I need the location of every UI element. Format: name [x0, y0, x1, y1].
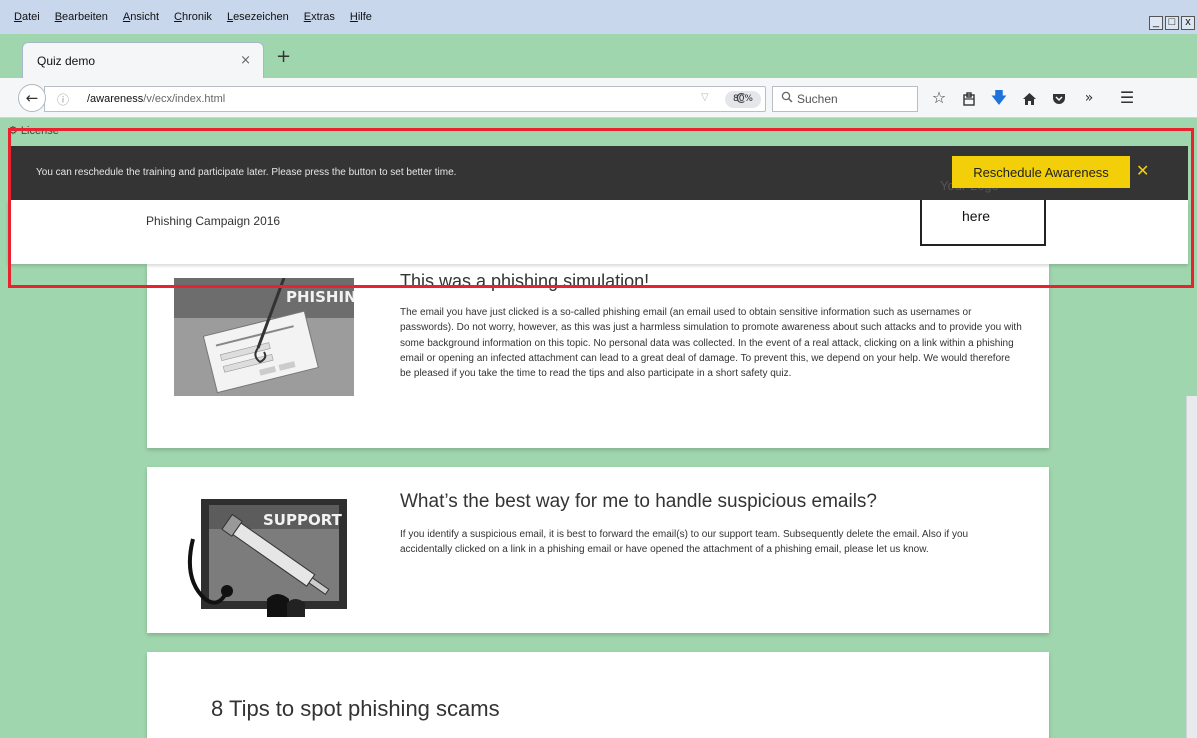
- close-window-button[interactable]: x: [1181, 16, 1195, 30]
- phishing-simulation-card: PHISHING This was a phishing simulation!…: [147, 264, 1049, 448]
- tips-title: 8 Tips to spot phishing scams: [211, 696, 500, 721]
- reload-icon[interactable]: C: [736, 92, 745, 107]
- support-image-label: SUPPORT: [263, 511, 343, 529]
- handle-suspicious-emails-card: SUPPORT What’s the best way for me to ha…: [147, 467, 1049, 633]
- history-dropdown-icon[interactable]: ▽: [701, 92, 709, 103]
- menu-lesezeichen[interactable]: Lesezeichen: [227, 11, 289, 23]
- star-icon[interactable]: ☆: [926, 86, 952, 110]
- menu-bar: Datei Bearbeiten Ansicht Chronik Lesezei…: [0, 0, 1197, 34]
- card-body: The email you have just clicked is a so-…: [400, 307, 1022, 380]
- campaign-header: Phishing Campaign 2016 here: [8, 200, 1188, 264]
- toolbar-icons: ☆ 🡇 » ☰: [926, 86, 1140, 110]
- tab-close-icon[interactable]: ×: [240, 53, 251, 68]
- license-link[interactable]: ⚙ License: [8, 124, 59, 137]
- phishing-image-label: PHISHING: [286, 288, 354, 306]
- tab-quiz-demo[interactable]: Quiz demo ×: [22, 42, 264, 78]
- url-text: /awareness/v/ecx/index.html: [87, 93, 225, 105]
- card-body: If you identify a suspicious email, it i…: [400, 529, 969, 556]
- download-icon[interactable]: 🡇: [986, 86, 1012, 110]
- card-title: This was a phishing simulation!: [400, 271, 650, 291]
- campaign-title: Phishing Campaign 2016: [146, 214, 281, 228]
- menu-datei[interactable]: Datei: [14, 11, 40, 23]
- search-icon: [781, 91, 793, 106]
- card-title: What’s the best way for me to handle sus…: [400, 491, 877, 512]
- license-icon: ⚙: [8, 125, 21, 137]
- menu-chronik[interactable]: Chronik: [174, 11, 212, 23]
- home-icon[interactable]: [1016, 86, 1042, 110]
- page-scrollbar[interactable]: [1186, 396, 1197, 738]
- tab-title: Quiz demo: [37, 54, 96, 68]
- logo-placeholder-text: here: [962, 208, 991, 224]
- maximize-button[interactable]: □: [1165, 16, 1179, 30]
- minimize-button[interactable]: _: [1149, 16, 1163, 30]
- info-icon[interactable]: ⓘ: [57, 91, 69, 108]
- phishing-illustration: PHISHING: [174, 278, 354, 396]
- close-notification-icon[interactable]: ✕: [1136, 161, 1149, 180]
- search-bar[interactable]: [772, 86, 918, 112]
- window-controls: _ □ x: [1149, 16, 1195, 30]
- web-page: ⚙ License PHISHING This was a phishin: [0, 118, 1197, 738]
- search-input[interactable]: [797, 91, 907, 107]
- menu-bearbeiten[interactable]: Bearbeiten: [55, 11, 108, 23]
- menu-ansicht[interactable]: Ansicht: [123, 11, 159, 23]
- menu-list: Datei Bearbeiten Ansicht Chronik Lesezei…: [14, 11, 372, 23]
- menu-icon[interactable]: ☰: [1114, 86, 1140, 110]
- notification-message: You can reschedule the training and part…: [36, 167, 457, 178]
- support-illustration: SUPPORT: [183, 499, 361, 617]
- reschedule-notification-bar: You can reschedule the training and part…: [8, 146, 1188, 200]
- pocket-icon[interactable]: [1046, 86, 1072, 110]
- back-button[interactable]: ←: [18, 84, 46, 112]
- reschedule-awareness-button[interactable]: Reschedule Awareness: [952, 156, 1130, 188]
- url-bar[interactable]: ⓘ /awareness/v/ecx/index.html ▽ 80%: [44, 86, 766, 112]
- license-label: License: [20, 125, 59, 137]
- bookmarks-icon[interactable]: [956, 86, 982, 110]
- menu-extras[interactable]: Extras: [304, 11, 335, 23]
- tips-card: 8 Tips to spot phishing scams: [147, 652, 1049, 738]
- new-tab-button[interactable]: +: [276, 46, 291, 67]
- navigation-bar: ⓘ /awareness/v/ecx/index.html ▽ 80% ← C …: [0, 78, 1197, 118]
- url-path: /v/ecx/index.html: [143, 93, 226, 105]
- overflow-icon[interactable]: »: [1076, 86, 1102, 110]
- logo-placeholder: here: [920, 200, 1046, 246]
- url-host: /awareness: [87, 93, 144, 105]
- menu-hilfe[interactable]: Hilfe: [350, 11, 372, 23]
